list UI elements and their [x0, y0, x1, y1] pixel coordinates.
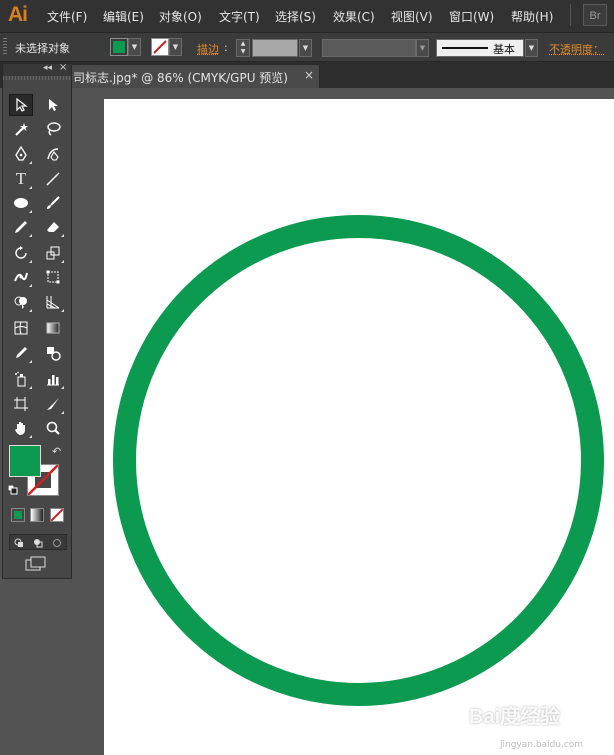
profile-dropdown[interactable]: ▼: [416, 39, 429, 57]
menu-window[interactable]: 窗口(W): [449, 8, 494, 25]
brush-definition[interactable]: 基本: [436, 39, 524, 57]
brush-stroke-preview: [442, 47, 488, 49]
width-tool-icon[interactable]: [9, 266, 33, 288]
type-tool-icon[interactable]: T: [9, 168, 33, 190]
pencil-tool-icon[interactable]: [9, 216, 33, 238]
none-mode-button[interactable]: [50, 508, 64, 522]
menu-file[interactable]: 文件(F): [47, 8, 87, 25]
stroke-weight-colon: :: [224, 41, 228, 54]
menu-edit[interactable]: 编辑(E): [103, 8, 144, 25]
ellipse-tool-icon[interactable]: [9, 192, 33, 214]
draw-behind-icon[interactable]: [33, 537, 43, 548]
default-fill-stroke-icon[interactable]: [7, 484, 18, 495]
green-ring-artwork[interactable]: [113, 215, 604, 706]
swap-fill-stroke-icon[interactable]: ↶: [52, 445, 61, 458]
close-icon[interactable]: ×: [59, 62, 67, 73]
tools-panel: ◂◂ × T ↶: [2, 62, 72, 579]
bridge-button[interactable]: Br: [583, 4, 607, 26]
gradient-mode-button[interactable]: [30, 508, 44, 522]
magic-wand-tool-icon[interactable]: [9, 118, 33, 140]
stroke-swatch[interactable]: [151, 38, 169, 56]
menu-select[interactable]: 选择(S): [275, 8, 316, 25]
gradient-tool-icon[interactable]: [41, 317, 65, 339]
app-logo: Ai: [8, 3, 28, 26]
control-bar: 未选择对象 ▼ ▼ 描边 : ▲ ▼ ▼ ▼ 基本 ▼ 不透明度：: [0, 32, 614, 62]
watermark-url: jingyan.baidu.com: [500, 740, 584, 750]
draw-inside-icon[interactable]: [52, 537, 62, 547]
shape-builder-tool-icon[interactable]: [9, 291, 33, 313]
menu-object[interactable]: 对象(O): [159, 8, 202, 25]
tools-panel-header: ◂◂ ×: [3, 62, 71, 76]
color-mode-button[interactable]: [11, 508, 25, 522]
eyedropper-tool-icon[interactable]: [9, 342, 33, 364]
draw-normal-icon[interactable]: [14, 537, 24, 547]
selection-status: 未选择对象: [15, 42, 70, 55]
watermark: Bai度经验: [469, 706, 561, 728]
menu-type[interactable]: 文字(T): [219, 8, 260, 25]
eraser-tool-icon[interactable]: [41, 216, 65, 238]
artboard[interactable]: [104, 99, 614, 755]
menu-view[interactable]: 视图(V): [391, 8, 433, 25]
document-tab-title: 司标志.jpg* @ 86% (CMYK/GPU 预览): [73, 71, 288, 85]
line-tool-icon[interactable]: [41, 168, 65, 190]
mesh-tool-icon[interactable]: [9, 317, 33, 339]
paintbrush-tool-icon[interactable]: [41, 192, 65, 214]
close-icon[interactable]: ×: [304, 68, 314, 82]
zoom-tool-icon[interactable]: [41, 417, 65, 439]
selection-tool-icon[interactable]: [9, 94, 33, 116]
opacity-label[interactable]: 不透明度：: [549, 41, 604, 57]
fill-color-box[interactable]: [9, 445, 41, 477]
document-tab[interactable]: 司标志.jpg* @ 86% (CMYK/GPU 预览) ×: [60, 64, 320, 88]
menu-effect[interactable]: 效果(C): [333, 8, 375, 25]
lasso-tool-icon[interactable]: [41, 118, 65, 140]
brush-label: 基本: [493, 43, 515, 56]
drawing-modes: [9, 534, 67, 550]
column-graph-tool-icon[interactable]: [41, 368, 65, 390]
symbol-sprayer-tool-icon[interactable]: [9, 368, 33, 390]
direct-selection-tool-icon[interactable]: [41, 94, 65, 116]
hand-tool-icon[interactable]: [9, 417, 33, 439]
curvature-tool-icon[interactable]: [41, 143, 65, 165]
stroke-dropdown[interactable]: ▼: [169, 38, 182, 56]
menu-help[interactable]: 帮助(H): [511, 8, 553, 25]
fill-swatch[interactable]: [110, 38, 128, 56]
tools-panel-grip[interactable]: [3, 76, 71, 80]
perspective-grid-tool-icon[interactable]: [41, 291, 65, 313]
pen-tool-icon[interactable]: [9, 143, 33, 165]
menu-bar: Ai 文件(F) 编辑(E) 对象(O) 文字(T) 选择(S) 效果(C) 视…: [0, 0, 614, 32]
brush-dropdown[interactable]: ▼: [525, 39, 538, 57]
collapse-icon[interactable]: ◂◂: [43, 63, 52, 73]
free-transform-tool-icon[interactable]: [41, 266, 65, 288]
stroke-weight-spinner[interactable]: ▲ ▼: [236, 39, 250, 57]
fill-dropdown[interactable]: ▼: [128, 38, 141, 56]
stroke-weight-label[interactable]: 描边: [197, 41, 219, 57]
scale-tool-icon[interactable]: [41, 242, 65, 264]
stroke-weight-field[interactable]: [252, 39, 298, 57]
menu-separator: [570, 4, 571, 26]
stroke-weight-dropdown[interactable]: ▼: [299, 39, 312, 57]
screen-mode-icon[interactable]: [25, 556, 47, 572]
artboard-tool-icon[interactable]: [9, 393, 33, 415]
document-tab-row: 司标志.jpg* @ 86% (CMYK/GPU 预览) ×: [0, 62, 614, 88]
blend-tool-icon[interactable]: [41, 342, 65, 364]
variable-width-profile[interactable]: [322, 39, 416, 57]
control-bar-grip[interactable]: [3, 38, 7, 56]
slice-tool-icon[interactable]: [41, 393, 65, 415]
rotate-tool-icon[interactable]: [9, 242, 33, 264]
